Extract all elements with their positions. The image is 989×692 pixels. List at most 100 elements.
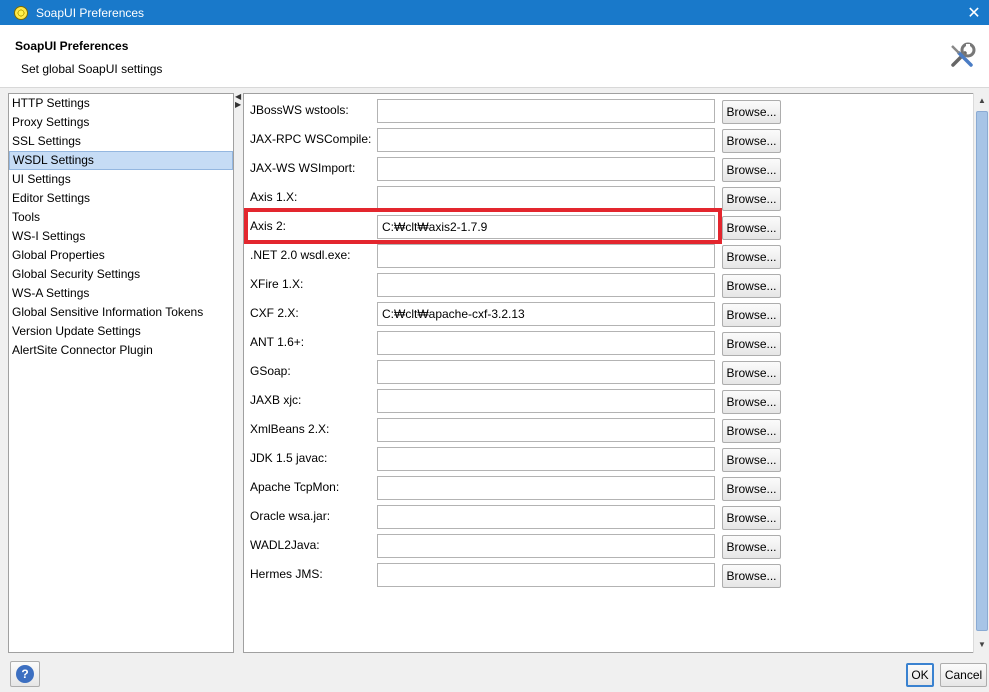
settings-category-list: HTTP Settings Proxy Settings SSL Settings W… (8, 93, 234, 653)
tool-path-input[interactable]: C:₩clt₩axis2-1.7.9 (377, 215, 715, 239)
tool-path-input[interactable] (377, 128, 715, 152)
nav-item-wsdl-settings[interactable]: WSDL Settings (9, 151, 233, 170)
tool-row-jaxb-xjc: JAXB xjc: Browse... (244, 387, 964, 414)
nav-item-http-settings[interactable]: HTTP Settings (9, 94, 233, 113)
cancel-button[interactable]: Cancel (940, 663, 987, 687)
tool-row-gsoap: GSoap: Browse... (244, 358, 964, 385)
help-button[interactable]: ? (10, 661, 40, 687)
nav-item-tools[interactable]: Tools (9, 208, 233, 227)
tool-path-input[interactable] (377, 273, 715, 297)
collapse-right-icon[interactable]: ▶ (235, 101, 243, 109)
tool-path-input[interactable] (377, 476, 715, 500)
tool-path-input[interactable] (377, 244, 715, 268)
tool-path-input[interactable] (377, 360, 715, 384)
browse-button[interactable]: Browse... (722, 361, 781, 385)
dialog-header: SoapUI Preferences Set global SoapUI set… (0, 25, 989, 88)
tool-row-axis-2: Axis 2: C:₩clt₩axis2-1.7.9 Browse... (244, 213, 964, 240)
tool-label: XmlBeans 2.X: (250, 422, 330, 436)
browse-button[interactable]: Browse... (722, 477, 781, 501)
browse-button[interactable]: Browse... (722, 216, 781, 240)
tool-label: Apache TcpMon: (250, 480, 340, 494)
nav-item-ssl-settings[interactable]: SSL Settings (9, 132, 233, 151)
tool-row-jax-ws-wsimport: JAX-WS WSImport: Browse... (244, 155, 964, 182)
wsdl-tools-panel: JBossWS wstools: Browse... JAX-RPC WSCompi… (243, 93, 989, 653)
browse-button[interactable]: Browse... (722, 564, 781, 588)
tool-row-ant-1-6: ANT 1.6+: Browse... (244, 329, 964, 356)
tool-path-input[interactable] (377, 186, 715, 210)
nav-item-proxy-settings[interactable]: Proxy Settings (9, 113, 233, 132)
tools-icon (951, 42, 976, 67)
tool-path-input[interactable] (377, 418, 715, 442)
scroll-thumb[interactable] (976, 111, 988, 631)
tool-label: Oracle wsa.jar: (250, 509, 331, 523)
nav-item-ws-a-settings[interactable]: WS-A Settings (9, 284, 233, 303)
tool-path-input[interactable] (377, 99, 715, 123)
nav-item-global-sensitive-information-tokens[interactable]: Global Sensitive Information Tokens (9, 303, 233, 322)
browse-button[interactable]: Browse... (722, 100, 781, 124)
nav-item-global-security-settings[interactable]: Global Security Settings (9, 265, 233, 284)
tool-label: JBossWS wstools: (250, 103, 349, 117)
tool-row-apache-tcpmon: Apache TcpMon: Browse... (244, 474, 964, 501)
tool-row-hermes-jms: Hermes JMS: Browse... (244, 561, 964, 588)
tool-path-input[interactable] (377, 331, 715, 355)
browse-button[interactable]: Browse... (722, 506, 781, 530)
tool-label: JAXB xjc: (250, 393, 302, 407)
help-icon: ? (16, 665, 34, 683)
nav-item-version-update-settings[interactable]: Version Update Settings (9, 322, 233, 341)
ok-button[interactable]: OK (906, 663, 934, 687)
tool-label: GSoap: (250, 364, 291, 378)
tool-label: Axis 1.X: (250, 190, 298, 204)
browse-button[interactable]: Browse... (722, 274, 781, 298)
browse-button[interactable]: Browse... (722, 390, 781, 414)
tool-path-input[interactable] (377, 447, 715, 471)
vertical-scrollbar[interactable]: ▲ ▼ (973, 93, 989, 653)
dialog-footer: ? OK Cancel (0, 653, 989, 692)
browse-button[interactable]: Browse... (722, 245, 781, 269)
splitter[interactable]: ◀ ▶ (235, 93, 243, 653)
nav-item-alertsite-connector-plugin[interactable]: AlertSite Connector Plugin (9, 341, 233, 360)
window-title: SoapUI Preferences (36, 5, 145, 20)
browse-button[interactable]: Browse... (722, 187, 781, 211)
nav-item-global-properties[interactable]: Global Properties (9, 246, 233, 265)
tool-label: WADL2Java: (250, 538, 320, 552)
tool-path-input[interactable] (377, 505, 715, 529)
browse-button[interactable]: Browse... (722, 448, 781, 472)
header-title: SoapUI Preferences (15, 39, 129, 53)
tool-row-cxf-2-x: CXF 2.X: C:₩clt₩apache-cxf-3.2.13 Browse..… (244, 300, 964, 327)
tool-label: JAX-RPC WSCompile: (250, 132, 372, 146)
title-bar: SoapUI Preferences ✕ (0, 0, 989, 25)
tool-label: CXF 2.X: (250, 306, 299, 320)
tool-path-input[interactable] (377, 534, 715, 558)
browse-button[interactable]: Browse... (722, 419, 781, 443)
tool-row-wadl2java: WADL2Java: Browse... (244, 532, 964, 559)
browse-button[interactable]: Browse... (722, 303, 781, 327)
nav-item-editor-settings[interactable]: Editor Settings (9, 189, 233, 208)
browse-button[interactable]: Browse... (722, 129, 781, 153)
tool-row-jbossws-wstools: JBossWS wstools: Browse... (244, 97, 964, 124)
scroll-down-icon[interactable]: ▼ (974, 637, 989, 653)
browse-button[interactable]: Browse... (722, 535, 781, 559)
tool-label: .NET 2.0 wsdl.exe: (250, 248, 351, 262)
tool-label: ANT 1.6+: (250, 335, 305, 349)
tool-label: JAX-WS WSImport: (250, 161, 356, 175)
tool-label: XFire 1.X: (250, 277, 304, 291)
close-button[interactable]: ✕ (959, 0, 989, 25)
tool-label: Hermes JMS: (250, 567, 323, 581)
scroll-up-icon[interactable]: ▲ (974, 93, 989, 109)
nav-item-ui-settings[interactable]: UI Settings (9, 170, 233, 189)
tool-row-xfire-1-x: XFire 1.X: Browse... (244, 271, 964, 298)
tool-row-xmlbeans-2-x: XmlBeans 2.X: Browse... (244, 416, 964, 443)
tool-path-input[interactable]: C:₩clt₩apache-cxf-3.2.13 (377, 302, 715, 326)
browse-button[interactable]: Browse... (722, 158, 781, 182)
tool-row-jax-rpc-wscompile: JAX-RPC WSCompile: Browse... (244, 126, 964, 153)
tool-path-input[interactable] (377, 157, 715, 181)
soapui-logo-icon (14, 5, 28, 20)
tool-row-oracle-wsa-jar: Oracle wsa.jar: Browse... (244, 503, 964, 530)
nav-item-ws-i-settings[interactable]: WS-I Settings (9, 227, 233, 246)
browse-button[interactable]: Browse... (722, 332, 781, 356)
tool-path-input[interactable] (377, 389, 715, 413)
tool-row-net-2-0-wsdl-exe: .NET 2.0 wsdl.exe: Browse... (244, 242, 964, 269)
tool-path-input[interactable] (377, 563, 715, 587)
tool-label: JDK 1.5 javac: (250, 451, 328, 465)
header-subtitle: Set global SoapUI settings (21, 62, 163, 76)
